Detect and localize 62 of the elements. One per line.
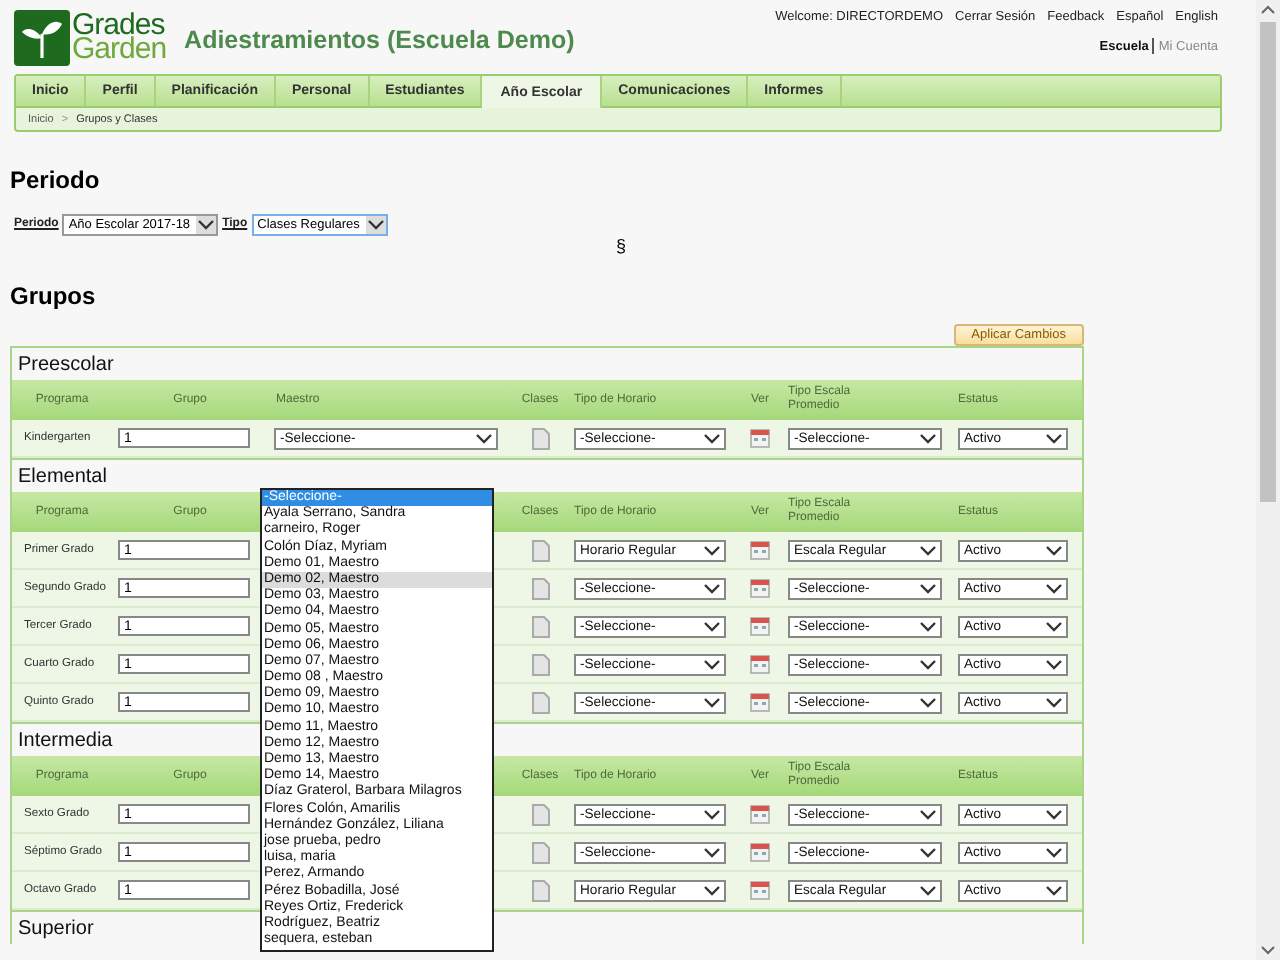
- logo-text: Grades: [72, 14, 165, 38]
- caret-icon: [476, 433, 492, 443]
- caret-icon: [1046, 697, 1062, 707]
- calendar-icon[interactable]: [750, 880, 770, 900]
- caret-icon: [920, 545, 936, 555]
- document-icon[interactable]: [531, 879, 549, 901]
- caret-icon: [920, 583, 936, 593]
- calendar-icon[interactable]: [750, 804, 770, 824]
- caret-icon: [920, 847, 936, 857]
- caret-icon: [367, 219, 384, 229]
- caret-icon: [1046, 583, 1062, 593]
- caret-icon: [920, 659, 936, 669]
- caret-icon: [1046, 847, 1062, 857]
- plant-logo-icon: [14, 10, 70, 66]
- caret-icon: [1046, 659, 1062, 669]
- caret-icon: [704, 621, 720, 631]
- page-title: Adiestramientos (Escuela Demo): [184, 26, 575, 54]
- caret-icon: [920, 809, 936, 819]
- caret-icon: [704, 847, 720, 857]
- document-icon[interactable]: [531, 539, 549, 561]
- calendar-icon[interactable]: [750, 616, 770, 636]
- document-icon[interactable]: [531, 427, 549, 449]
- caret-icon: [1046, 885, 1062, 895]
- scrollbar[interactable]: [1256, 0, 1280, 960]
- calendar-icon[interactable]: [750, 540, 770, 560]
- calendar-icon[interactable]: [750, 578, 770, 598]
- caret-icon: [704, 885, 720, 895]
- section-title: Preescolar: [18, 353, 114, 375]
- caret-icon: [198, 219, 215, 229]
- caret-icon: [704, 545, 720, 555]
- section-heading: Periodo: [10, 166, 102, 194]
- calendar-icon[interactable]: [750, 654, 770, 674]
- document-icon[interactable]: [531, 653, 549, 675]
- section-heading: Grupos: [10, 282, 98, 310]
- section-title: Intermedia: [18, 729, 113, 751]
- document-icon[interactable]: [531, 577, 549, 599]
- scrollbar-thumb[interactable]: [1260, 22, 1276, 502]
- caret-icon: [920, 621, 936, 631]
- logo-text: Garden: [72, 38, 167, 62]
- caret-icon: [704, 433, 720, 443]
- section-title: Elemental: [18, 465, 107, 487]
- caret-icon: [704, 659, 720, 669]
- section-symbol: §: [616, 236, 627, 256]
- document-icon[interactable]: [531, 615, 549, 637]
- document-icon[interactable]: [531, 803, 549, 825]
- caret-icon: [1046, 621, 1062, 631]
- caret-icon: [920, 885, 936, 895]
- document-icon[interactable]: [531, 691, 549, 713]
- caret-icon: [1046, 433, 1062, 443]
- calendar-icon[interactable]: [750, 428, 770, 448]
- document-icon[interactable]: [531, 841, 549, 863]
- caret-icon: [704, 809, 720, 819]
- scroll-down-icon[interactable]: [1256, 940, 1280, 960]
- section-title: Superior: [18, 917, 94, 939]
- caret-icon: [704, 583, 720, 593]
- calendar-icon[interactable]: [750, 692, 770, 712]
- caret-icon: [920, 697, 936, 707]
- caret-icon: [1046, 545, 1062, 555]
- caret-icon: [920, 433, 936, 443]
- caret-icon: [704, 697, 720, 707]
- calendar-icon[interactable]: [750, 842, 770, 862]
- caret-icon: [1046, 809, 1062, 819]
